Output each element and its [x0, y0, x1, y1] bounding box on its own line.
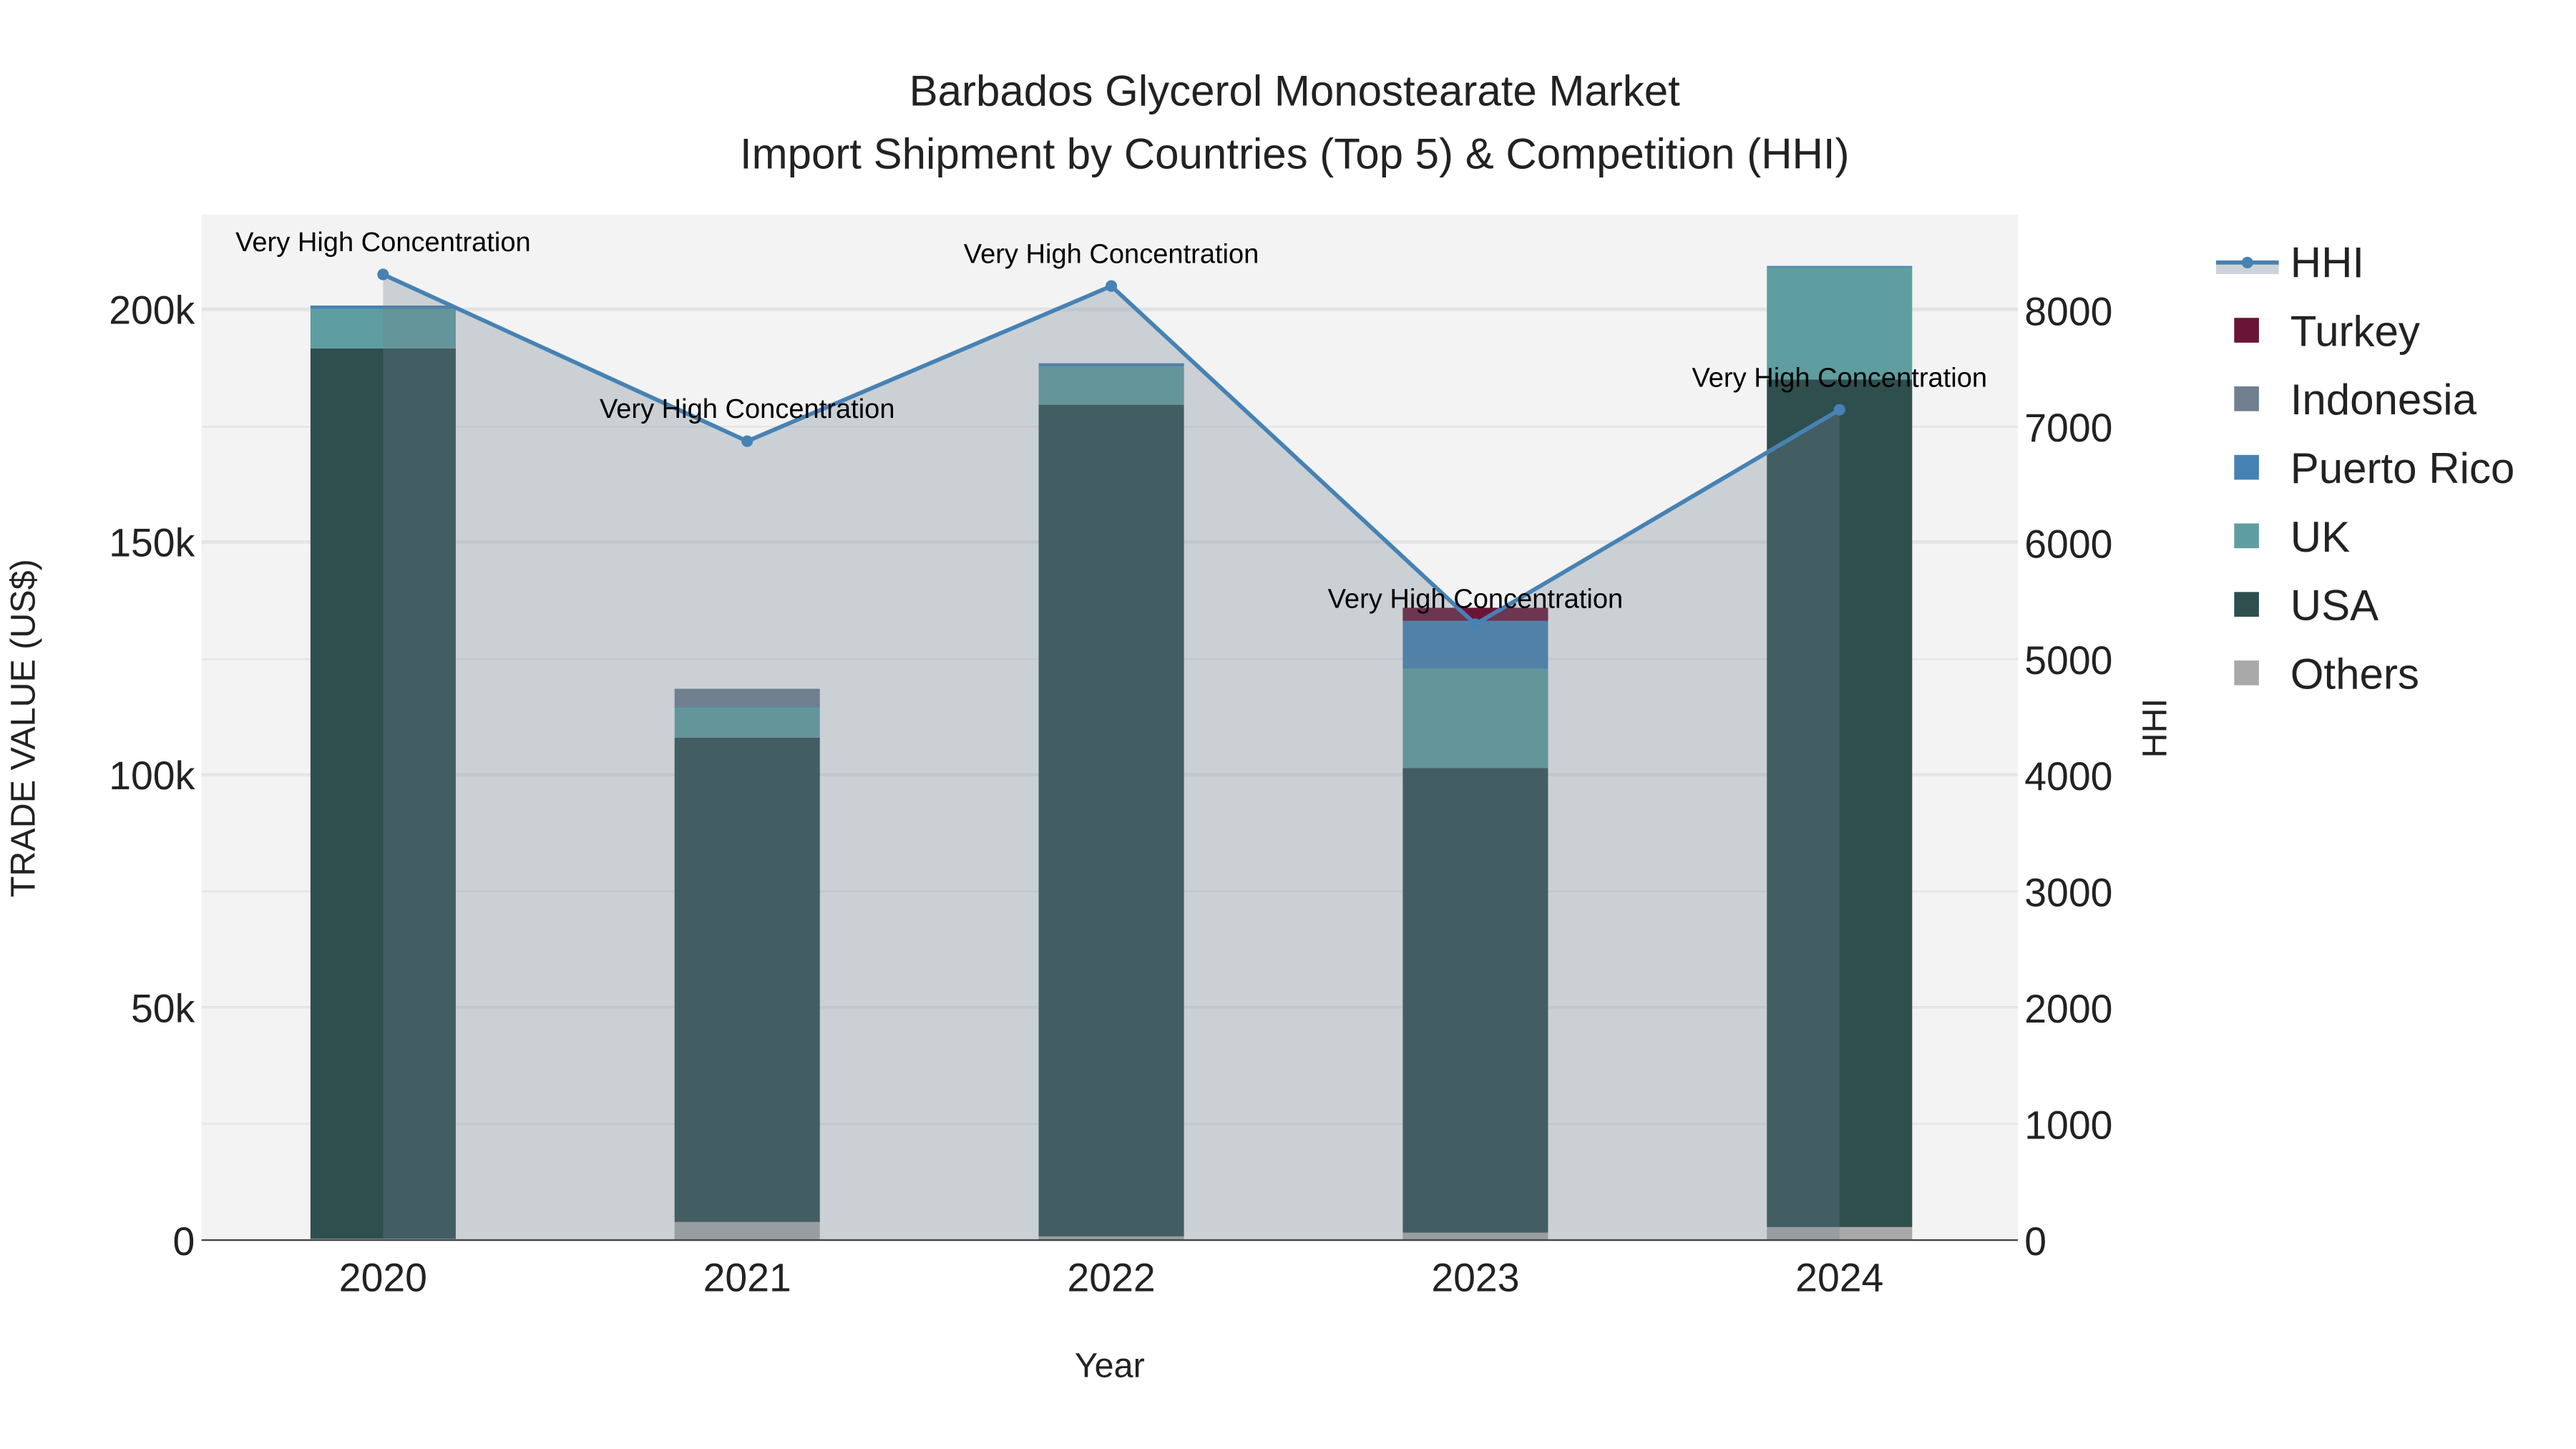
- y2-tick-label: 0: [2024, 1219, 2046, 1264]
- hhi-annotation: Very High Concentration: [235, 228, 531, 258]
- x-axis-title: Year: [1075, 1347, 1145, 1385]
- hhi-series: Very High Concentration Very High Concent…: [235, 228, 1987, 1241]
- y2-axis-title: HHI: [2136, 698, 2175, 758]
- legend-swatch-hhi-marker: [2241, 256, 2253, 268]
- hhi-annotation: Very High Concentration: [964, 239, 1259, 269]
- y2-tick-label: 3000: [2024, 871, 2112, 915]
- x-tick-label: 2020: [339, 1256, 427, 1300]
- hhi-point: [377, 268, 389, 280]
- legend-label: Others: [2290, 650, 2419, 698]
- hhi-annotation: Very High Concentration: [600, 394, 895, 424]
- legend-label: Indonesia: [2290, 376, 2477, 424]
- y-tick-label: 200k: [109, 288, 195, 332]
- bar-puerto-rico: [1767, 265, 1913, 268]
- legend-label: Turkey: [2290, 307, 2420, 355]
- chart-title-line2: Import Shipment by Countries (Top 5) & C…: [740, 130, 1850, 177]
- y-tick-label: 150k: [109, 521, 195, 565]
- hhi-point: [1833, 404, 1845, 416]
- y2-tick-label: 2000: [2024, 987, 2112, 1031]
- legend-swatch-others: [2234, 660, 2259, 686]
- legend-swatch-indonesia: [2234, 386, 2259, 411]
- y2-tick-label: 5000: [2024, 638, 2112, 683]
- legend-swatch-turkey: [2234, 318, 2259, 343]
- hhi-point: [1469, 618, 1481, 630]
- x-tick-label: 2022: [1067, 1256, 1155, 1300]
- legend: HHI Turkey Indonesia Puerto Rico UK USA Others: [2215, 239, 2514, 698]
- legend-swatch-puerto-rico: [2234, 454, 2259, 480]
- y2-tick-label: 7000: [2024, 406, 2112, 450]
- y-tick-label: 50k: [131, 986, 195, 1030]
- hhi-point: [1106, 280, 1118, 292]
- legend-label: USA: [2290, 582, 2379, 630]
- x-tick-label: 2023: [1431, 1256, 1519, 1300]
- chart: Very High Concentration Very High Concent…: [4, 67, 2514, 1385]
- y2-tick-label: 6000: [2024, 522, 2112, 566]
- y-tick-label: 0: [172, 1219, 195, 1264]
- legend-label: Puerto Rico: [2290, 444, 2514, 492]
- hhi-annotation: Very High Concentration: [1692, 363, 1987, 393]
- hhi-point: [741, 435, 753, 447]
- legend-label: HHI: [2290, 239, 2364, 287]
- x-tick-label: 2021: [703, 1256, 791, 1300]
- y2-tick-label: 4000: [2024, 754, 2112, 799]
- y-axis-title: TRADE VALUE (US$): [4, 559, 42, 897]
- legend-label: UK: [2290, 513, 2350, 561]
- y-tick-label: 100k: [109, 753, 195, 798]
- y2-tick-label: 1000: [2024, 1103, 2112, 1147]
- y2-tick-label: 8000: [2024, 290, 2112, 334]
- legend-swatch-uk: [2234, 523, 2259, 549]
- legend-swatch-usa: [2234, 592, 2259, 617]
- chart-title-line1: Barbados Glycerol Monostearate Market: [909, 67, 1680, 115]
- hhi-annotation: Very High Concentration: [1328, 584, 1624, 614]
- x-tick-label: 2024: [1795, 1256, 1883, 1300]
